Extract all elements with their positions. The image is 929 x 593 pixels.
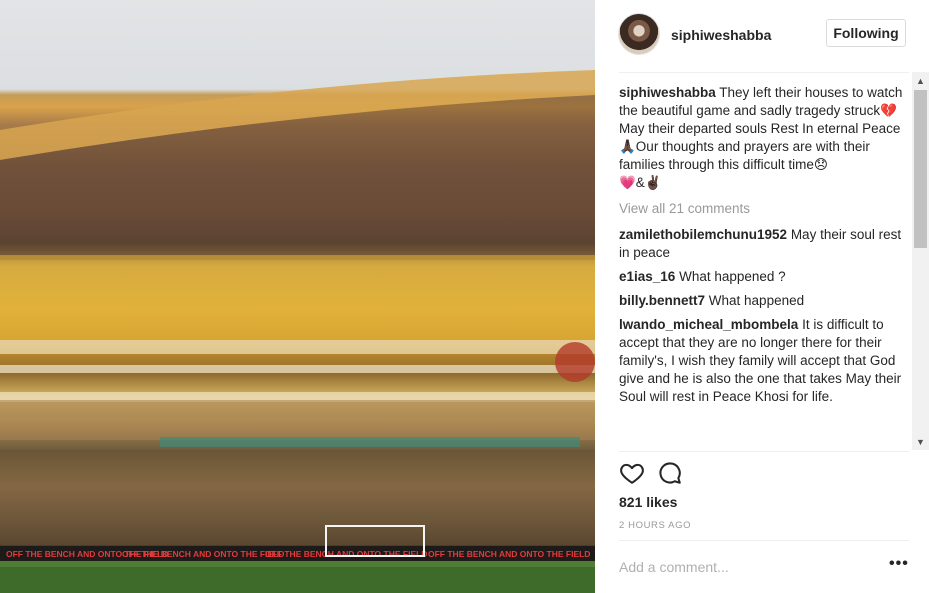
banner-text-2: OFF THE BENCH AND ONTO THE FIELD <box>122 549 284 559</box>
divider <box>619 451 909 452</box>
caption-username[interactable]: siphiweshabba <box>619 85 716 100</box>
post-header: siphiweshabba Following <box>619 14 909 58</box>
comment-item: lwando_micheal_mbombela It is difficult … <box>619 316 905 406</box>
post-photo[interactable]: OFF THE BENCH AND ONTO THE FIELD OFF THE… <box>0 0 595 593</box>
header-username[interactable]: siphiweshabba <box>671 27 771 43</box>
divider <box>619 540 909 541</box>
comment-text: What happened <box>708 293 805 308</box>
banner-text-4: OFF THE BENCH AND ONTO THE FIELD <box>428 549 590 559</box>
comment-username[interactable]: zamilethobilemchunu1952 <box>619 227 787 242</box>
scrollbar-thumb[interactable] <box>914 90 927 248</box>
comment-username[interactable]: lwando_micheal_mbombela <box>619 317 798 332</box>
banner-text-3: OFF THE BENCH AND ONTO THE FIELD <box>265 549 427 559</box>
heart-icon[interactable] <box>619 460 645 486</box>
following-button[interactable]: Following <box>826 19 906 47</box>
comment-username[interactable]: billy.bennett7 <box>619 293 705 308</box>
caption-emoji-line: 💗&✌🏿 <box>619 175 662 190</box>
stadium-illustration: OFF THE BENCH AND ONTO THE FIELD OFF THE… <box>0 70 595 593</box>
comments-list[interactable]: siphiweshabba They left their houses to … <box>619 84 905 450</box>
comment-username[interactable]: e1ias_16 <box>619 269 675 284</box>
more-options-button[interactable]: ••• <box>889 555 909 573</box>
avatar[interactable] <box>619 14 659 54</box>
view-all-comments-link[interactable]: View all 21 comments <box>619 200 905 218</box>
comment-text: What happened ? <box>679 269 786 284</box>
comment-item: e1ias_16 What happened ? <box>619 268 905 286</box>
comment-item: billy.bennett7 What happened <box>619 292 905 310</box>
comment-bubble-icon[interactable] <box>657 460 683 486</box>
caption: siphiweshabba They left their houses to … <box>619 84 905 192</box>
comments-scrollbar[interactable]: ▲ ▼ <box>912 72 929 450</box>
divider <box>619 72 909 73</box>
post-details-panel: siphiweshabba Following siphiweshabba Th… <box>595 0 929 593</box>
likes-count[interactable]: 821 likes <box>619 494 677 510</box>
add-comment-input[interactable] <box>619 557 869 577</box>
comment-item: zamilethobilemchunu1952 May their soul r… <box>619 226 905 262</box>
post-timestamp[interactable]: 2 HOURS AGO <box>619 520 691 531</box>
triangle-down-icon[interactable]: ▼ <box>912 433 929 450</box>
triangle-up-icon[interactable]: ▲ <box>912 72 929 89</box>
